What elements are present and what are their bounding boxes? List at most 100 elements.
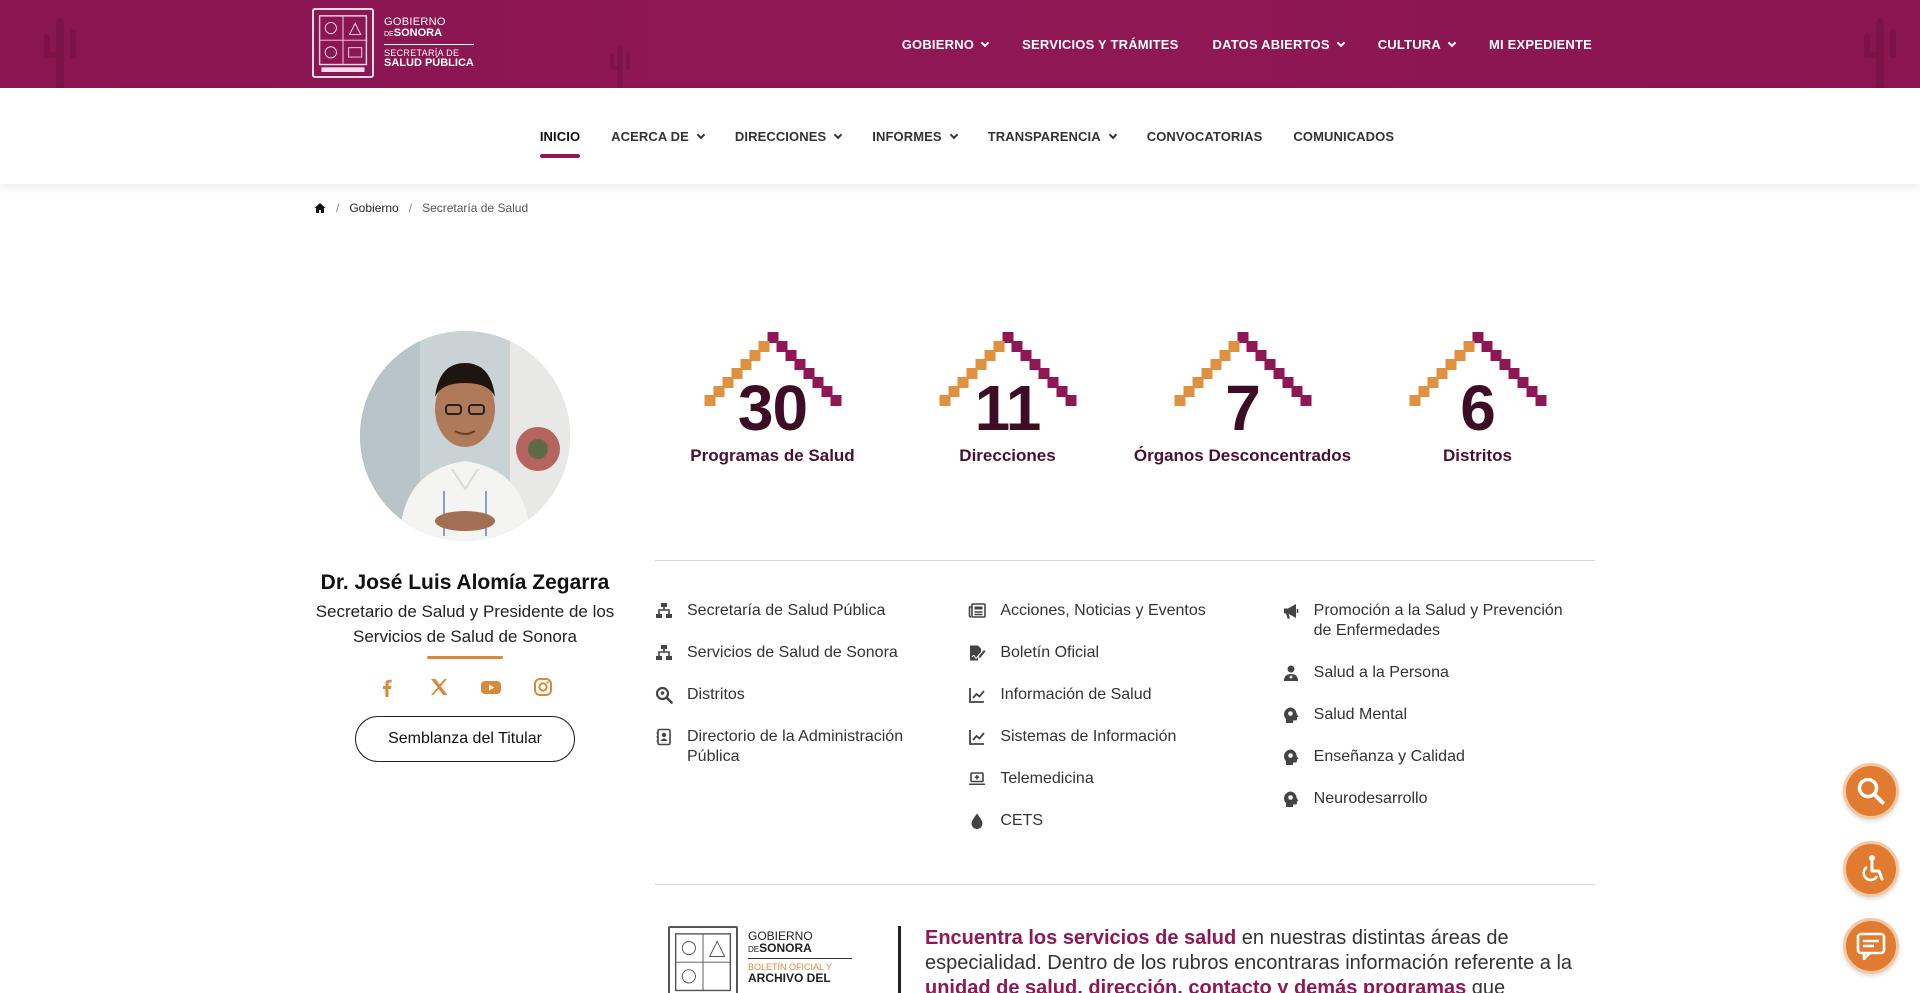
stat-value: 7 (1225, 372, 1261, 444)
chevron-down-icon (1108, 130, 1117, 139)
chevron-down-icon (1336, 38, 1345, 47)
x-icon[interactable] (428, 676, 450, 698)
roof-pixel (1409, 395, 1420, 406)
feedback-fab-button[interactable] (1843, 918, 1899, 974)
section-divider (655, 884, 1595, 885)
top-nav-mi-expediente[interactable]: MI EXPEDIENTE (1489, 37, 1592, 52)
social-links (314, 676, 616, 698)
chevron-down-icon (949, 130, 958, 139)
boletin-divider (748, 958, 852, 959)
search-icon (1857, 777, 1885, 805)
link-distritos[interactable]: Distritos (655, 685, 968, 705)
link-neurodesarrollo[interactable]: Neurodesarrollo (1282, 789, 1595, 809)
link-acciones-noticias[interactable]: Acciones, Noticias y Eventos (968, 601, 1281, 621)
chevron-down-icon (1447, 38, 1457, 47)
roof-pixel (830, 395, 841, 406)
chevron-down-icon (980, 38, 990, 47)
logo-divider (384, 44, 474, 45)
brain-head-icon (1282, 790, 1300, 808)
link-promocion-salud[interactable]: Promoción a la Salud y Prevención de Enf… (1282, 601, 1595, 641)
roof-pixel (1174, 395, 1185, 406)
services-intro-text: Encuentra los servicios de salud en nues… (925, 927, 1573, 993)
link-secretaria-salud-publica[interactable]: Secretaría de Salud Pública (655, 601, 968, 621)
stat-value: 11 (974, 372, 1042, 444)
link-salud-mental[interactable]: Salud Mental (1282, 705, 1595, 725)
sonora-seal-icon (668, 926, 738, 993)
sitemap-icon (655, 602, 673, 620)
link-directorio[interactable]: Directorio de la Administración Pública (655, 727, 968, 767)
facebook-icon[interactable] (376, 676, 398, 698)
subnav-informes[interactable]: INFORMES (872, 129, 958, 144)
boletin-line-archivo: ARCHIVO DEL (748, 971, 831, 985)
subnav-transparencia[interactable]: TRANSPARENCIA (988, 129, 1117, 144)
secretary-photo (360, 331, 570, 541)
quick-links: Secretaría de Salud Pública Servicios de… (655, 601, 1595, 853)
breadcrumb: / Gobierno / Secretaría de Salud (314, 201, 528, 215)
stat-label: Programas de Salud (690, 446, 855, 465)
logo-line-salud: SALUD PÚBLICA (384, 57, 474, 69)
stat-organos: 7 Órganos Desconcentrados (1125, 330, 1360, 466)
link-telemedicina[interactable]: Telemedicina (968, 769, 1281, 789)
subnav-acerca-de[interactable]: ACERCA DE (611, 129, 706, 144)
cactus-decoration-mid (610, 44, 630, 88)
home-icon[interactable] (314, 202, 326, 214)
top-nav-cultura[interactable]: CULTURA (1378, 37, 1457, 52)
cactus-decoration-left (44, 18, 76, 88)
chevron-down-icon (696, 130, 706, 139)
stat-value: 30 (737, 372, 808, 444)
link-boletin-oficial[interactable]: Boletín Oficial (968, 643, 1281, 663)
link-sistemas-informacion[interactable]: Sistemas de Información (968, 727, 1281, 747)
sonora-seal-icon (312, 8, 374, 78)
links-column-1: Secretaría de Salud Pública Servicios de… (655, 601, 968, 853)
secretary-profile: Dr. José Luis Alomía Zegarra Secretario … (314, 331, 616, 762)
name-underline (427, 656, 503, 659)
logo-wordmark: GOBIERNO DESONORA SECRETARÍA DE SALUD PÚ… (384, 17, 474, 69)
top-nav-datos-abiertos[interactable]: DATOS ABIERTOS (1213, 37, 1345, 52)
accessibility-fab-button[interactable] (1843, 841, 1899, 897)
file-signature-icon (968, 644, 986, 662)
subnav-inicio[interactable]: INICIO (539, 129, 581, 158)
roof-pixel (1300, 395, 1311, 406)
breadcrumb-separator: / (336, 201, 340, 215)
feedback-icon (1856, 932, 1886, 961)
youtube-icon[interactable] (480, 676, 502, 698)
link-informacion-salud[interactable]: Información de Salud (968, 685, 1281, 705)
roof-pixel (1535, 395, 1546, 406)
stat-distritos: 6 Distritos (1360, 330, 1595, 466)
top-nav-servicios[interactable]: SERVICIOS Y TRÁMITES (1022, 37, 1178, 52)
chart-line-icon (968, 728, 986, 746)
secondary-nav: INICIO ACERCA DE DIRECCIONES INFORMES TR… (0, 88, 1920, 184)
roof-pixel (704, 395, 715, 406)
roof-pixel (939, 395, 950, 406)
brain-head-icon (1282, 748, 1300, 766)
tint-icon (968, 812, 986, 830)
instagram-icon[interactable] (532, 676, 554, 698)
laptop-medical-icon (968, 770, 986, 788)
stat-label: Órganos Desconcentrados (1133, 446, 1352, 465)
stat-value: 6 (1460, 372, 1496, 444)
stats-row: 30 Programas de Salud 11 Direcciones 7 Ó… (655, 330, 1595, 466)
link-cets[interactable]: CETS (968, 811, 1281, 831)
roof-pixel (1065, 395, 1076, 406)
stat-programas: 30 Programas de Salud (655, 330, 890, 466)
brain-head-icon (1282, 706, 1300, 724)
subnav-direcciones[interactable]: DIRECCIONES (735, 129, 843, 144)
vertical-accent-bar (898, 926, 901, 993)
subnav-comunicados[interactable]: COMUNICADOS (1293, 129, 1394, 144)
subnav-convocatorias[interactable]: CONVOCATORIAS (1147, 129, 1263, 144)
semblanza-button[interactable]: Semblanza del Titular (355, 716, 575, 762)
boletin-oficial-logo[interactable]: GOBIERNO DESONORA BOLETÍN OFICIAL Y ARCH… (668, 926, 854, 993)
secretary-role: Secretario de Salud y Presidente de los … (315, 602, 615, 646)
link-salud-persona[interactable]: Salud a la Persona (1282, 663, 1595, 683)
link-ensenanza-calidad[interactable]: Enseñanza y Calidad (1282, 747, 1595, 767)
breadcrumb-gobierno[interactable]: Gobierno (349, 201, 398, 215)
site-logo[interactable]: GOBIERNO DESONORA SECRETARÍA DE SALUD PÚ… (312, 8, 474, 78)
search-location-icon (655, 686, 673, 704)
cactus-decoration-right (1864, 18, 1896, 88)
top-nav-gobierno[interactable]: GOBIERNO (902, 37, 990, 52)
search-fab-button[interactable] (1843, 763, 1899, 819)
boletin-wordmark: GOBIERNO DESONORA BOLETÍN OFICIAL Y ARCH… (748, 926, 852, 993)
link-servicios-salud-sonora[interactable]: Servicios de Salud de Sonora (655, 643, 968, 663)
chart-line-icon (968, 686, 986, 704)
breadcrumb-current: Secretaría de Salud (422, 201, 529, 215)
